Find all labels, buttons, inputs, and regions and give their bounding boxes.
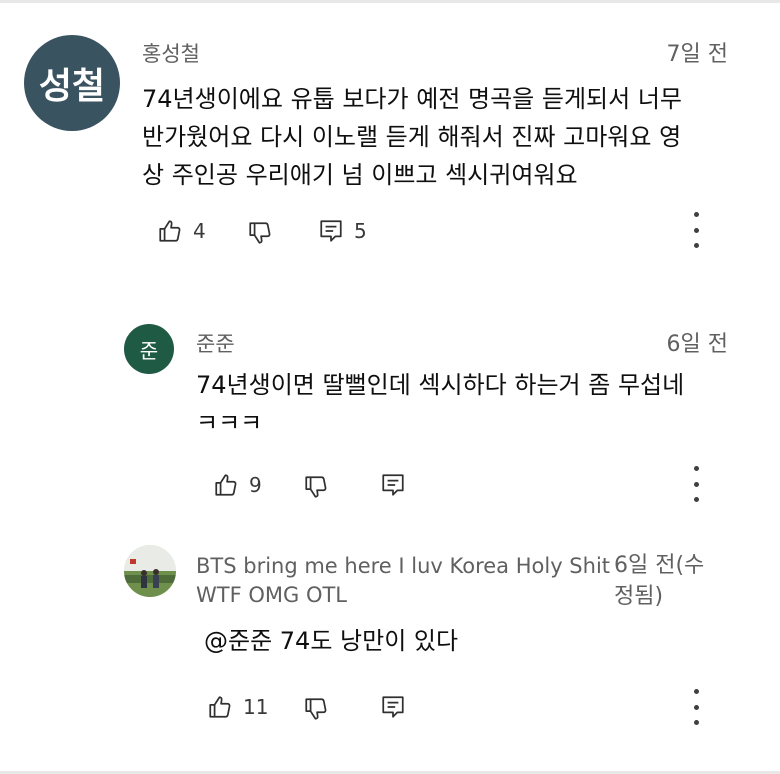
reply-button[interactable]: 5 (318, 218, 367, 244)
comment-text: 74년생이면 딸뻘인데 섹시하다 하는거 좀 무섭네 ㅋㅋㅋ (196, 371, 685, 437)
comment-time: 6일 전(수 정됨) (614, 553, 705, 609)
like-count: 4 (193, 219, 206, 243)
thumbs-up-icon (209, 696, 231, 718)
more-vertical-icon (693, 212, 699, 217)
comment-time: 7일 전 (666, 42, 728, 67)
avatar[interactable] (124, 545, 176, 597)
thumbs-down-icon (249, 222, 271, 244)
top-divider (0, 0, 780, 3)
more-vertical-icon (693, 466, 699, 471)
comment-time: 6일 전 (666, 332, 728, 357)
more-options-button[interactable] (684, 466, 708, 502)
more-vertical-icon (693, 689, 699, 694)
comment-text: 74년생이에요 유툽 보다가 예전 명곡을 듣게되서 너무 반가웠어요 다시 이… (142, 85, 682, 189)
thumbs-down-icon (305, 476, 327, 498)
like-button[interactable]: 9 (213, 472, 262, 498)
thumbs-down-icon (305, 698, 327, 720)
thumbs-up-icon (159, 220, 181, 242)
like-button[interactable]: 4 (157, 218, 206, 244)
reply-count: 5 (354, 219, 367, 243)
dislike-button[interactable] (303, 474, 329, 500)
reply-button[interactable] (380, 694, 406, 720)
reply-comment-icon (382, 696, 404, 718)
more-options-button[interactable] (684, 689, 708, 725)
dislike-button[interactable] (303, 696, 329, 722)
dislike-button[interactable] (247, 220, 273, 246)
avatar-initials: 성철 (38, 66, 106, 107)
comment-author[interactable]: 홍성철 (142, 40, 200, 68)
avatar[interactable]: 성철 (24, 35, 120, 131)
reply-comment-icon (320, 220, 342, 242)
like-count: 9 (249, 473, 262, 497)
comment-text: @준준 74도 낭만이 있다 (204, 627, 459, 655)
comment-author[interactable]: BTS bring me here I luv Korea Holy Shit … (196, 552, 616, 610)
reply-button[interactable] (380, 472, 406, 498)
thumbs-up-icon (215, 474, 237, 496)
like-button[interactable]: 11 (207, 694, 268, 720)
like-count: 11 (243, 695, 269, 719)
more-options-button[interactable] (684, 212, 708, 248)
avatar-photo (124, 545, 176, 597)
avatar[interactable]: 준 (124, 324, 174, 374)
comment-author[interactable]: 준준 (196, 330, 235, 358)
reply-comment-icon (382, 474, 404, 496)
avatar-initials: 준 (139, 338, 159, 363)
